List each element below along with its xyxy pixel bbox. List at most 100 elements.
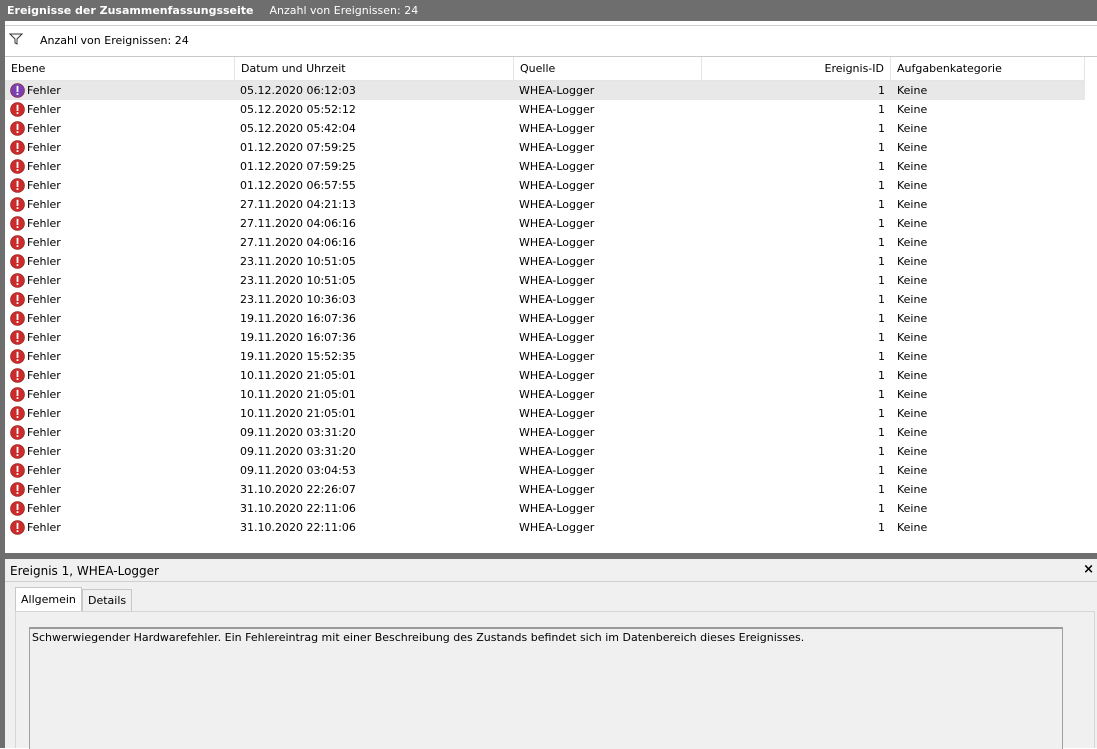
error-icon <box>10 178 25 193</box>
event-category: Keine <box>897 293 928 306</box>
close-icon[interactable]: × <box>1083 562 1094 577</box>
event-id: 1 <box>878 198 885 211</box>
event-id: 1 <box>878 312 885 325</box>
table-row[interactable]: Fehler 01.12.2020 07:59:25 WHEA-Logger 1 Kei… <box>5 138 1085 157</box>
event-source: WHEA-Logger <box>519 293 595 306</box>
column-header-source[interactable]: Quelle <box>514 57 702 80</box>
table-row[interactable]: Fehler 09.11.2020 03:04:53 WHEA-Logger 1 Kei… <box>5 461 1085 480</box>
event-source: WHEA-Logger <box>519 464 595 477</box>
table-row[interactable]: Fehler 09.11.2020 03:31:20 WHEA-Logger 1 Kei… <box>5 442 1085 461</box>
table-row[interactable]: Fehler 19.11.2020 16:07:36 WHEA-Logger 1 Kei… <box>5 309 1085 328</box>
event-id: 1 <box>878 464 885 477</box>
table-row[interactable]: Fehler 05.12.2020 05:52:12 WHEA-Logger 1 Kei… <box>5 100 1085 119</box>
error-icon <box>10 387 25 402</box>
tab-details[interactable]: Details <box>82 589 133 611</box>
table-row[interactable]: Fehler 10.11.2020 21:05:01 WHEA-Logger 1 Kei… <box>5 366 1085 385</box>
event-source: WHEA-Logger <box>519 274 595 287</box>
event-date: 01.12.2020 07:59:25 <box>240 160 356 173</box>
event-date: 01.12.2020 06:57:55 <box>240 179 356 192</box>
event-category: Keine <box>897 198 928 211</box>
error-icon <box>10 235 25 250</box>
event-id: 1 <box>878 521 885 534</box>
event-date: 10.11.2020 21:05:01 <box>240 407 356 420</box>
table-row[interactable]: Fehler 01.12.2020 06:57:55 WHEA-Logger 1 Kei… <box>5 176 1085 195</box>
event-source: WHEA-Logger <box>519 426 595 439</box>
event-category: Keine <box>897 103 928 116</box>
table-row[interactable]: Fehler 19.11.2020 15:52:35 WHEA-Logger 1 Kei… <box>5 347 1085 366</box>
event-source: WHEA-Logger <box>519 198 595 211</box>
event-category: Keine <box>897 464 928 477</box>
table-header: Ebene Datum und Uhrzeit Quelle Ereignis-… <box>5 57 1085 81</box>
table-row[interactable]: Fehler 27.11.2020 04:21:13 WHEA-Logger 1 Kei… <box>5 195 1085 214</box>
table-row[interactable]: Fehler 23.11.2020 10:51:05 WHEA-Logger 1 Kei… <box>5 271 1085 290</box>
table-row[interactable]: Fehler 23.11.2020 10:36:03 WHEA-Logger 1 Kei… <box>5 290 1085 309</box>
event-date: 09.11.2020 03:31:20 <box>240 445 356 458</box>
event-date: 19.11.2020 16:07:36 <box>240 312 356 325</box>
column-header-level[interactable]: Ebene <box>5 57 235 80</box>
detail-title: Ereignis 1, WHEA-Logger <box>10 564 159 578</box>
event-category: Keine <box>897 369 928 382</box>
event-description[interactable]: Schwerwiegender Hardwarefehler. Ein Fehl… <box>29 627 1063 749</box>
table-row[interactable]: Fehler 19.11.2020 16:07:36 WHEA-Logger 1 Kei… <box>5 328 1085 347</box>
event-id: 1 <box>878 141 885 154</box>
event-level: Fehler <box>27 521 61 534</box>
table-row[interactable]: Fehler 09.11.2020 03:31:20 WHEA-Logger 1 Kei… <box>5 423 1085 442</box>
event-id: 1 <box>878 426 885 439</box>
event-date: 23.11.2020 10:51:05 <box>240 255 356 268</box>
table-row[interactable]: Fehler 31.10.2020 22:26:07 WHEA-Logger 1 Kei… <box>5 480 1085 499</box>
event-source: WHEA-Logger <box>519 350 595 363</box>
table-row[interactable]: Fehler 31.10.2020 22:11:06 WHEA-Logger 1 Kei… <box>5 518 1085 537</box>
tab-allgemein[interactable]: Allgemein <box>15 587 82 612</box>
event-category: Keine <box>897 426 928 439</box>
event-id: 1 <box>878 350 885 363</box>
event-date: 19.11.2020 15:52:35 <box>240 350 356 363</box>
event-id: 1 <box>878 502 885 515</box>
column-header-category[interactable]: Aufgabenkategorie <box>891 57 1085 80</box>
event-source: WHEA-Logger <box>519 312 595 325</box>
table-row[interactable]: Fehler 05.12.2020 06:12:03 WHEA-Logger 1 Kei… <box>5 81 1085 100</box>
event-id: 1 <box>878 407 885 420</box>
filter-icon[interactable] <box>8 32 24 46</box>
event-category: Keine <box>897 521 928 534</box>
table-row[interactable]: Fehler 10.11.2020 21:05:01 WHEA-Logger 1 Kei… <box>5 404 1085 423</box>
error-icon <box>10 444 25 459</box>
event-date: 05.12.2020 06:12:03 <box>240 84 356 97</box>
error-icon <box>10 368 25 383</box>
event-level: Fehler <box>27 179 61 192</box>
event-id: 1 <box>878 331 885 344</box>
event-date: 10.11.2020 21:05:01 <box>240 369 356 382</box>
event-source: WHEA-Logger <box>519 141 595 154</box>
table-row[interactable]: Fehler 31.10.2020 22:11:06 WHEA-Logger 1 Kei… <box>5 499 1085 518</box>
event-source: WHEA-Logger <box>519 103 595 116</box>
event-source: WHEA-Logger <box>519 407 595 420</box>
event-id: 1 <box>878 483 885 496</box>
table-row[interactable]: Fehler 27.11.2020 04:06:16 WHEA-Logger 1 Kei… <box>5 233 1085 252</box>
event-date: 09.11.2020 03:31:20 <box>240 426 356 439</box>
event-level: Fehler <box>27 350 61 363</box>
error-icon <box>10 463 25 478</box>
event-category: Keine <box>897 255 928 268</box>
table-row[interactable]: Fehler 05.12.2020 05:42:04 WHEA-Logger 1 Kei… <box>5 119 1085 138</box>
event-category: Keine <box>897 217 928 230</box>
event-level: Fehler <box>27 122 61 135</box>
error-icon <box>10 330 25 345</box>
table-row[interactable]: Fehler 27.11.2020 04:06:16 WHEA-Logger 1 Kei… <box>5 214 1085 233</box>
event-level: Fehler <box>27 369 61 382</box>
table-row[interactable]: Fehler 23.11.2020 10:51:05 WHEA-Logger 1 Kei… <box>5 252 1085 271</box>
column-header-event-id[interactable]: Ereignis-ID <box>702 57 891 80</box>
error-icon <box>10 121 25 136</box>
filter-bar: Anzahl von Ereignissen: 24 <box>5 26 1097 57</box>
error-icon <box>10 349 25 364</box>
event-list-panel: Anzahl von Ereignissen: 24 Ebene Datum u… <box>5 25 1097 554</box>
table-row[interactable]: Fehler 01.12.2020 07:59:25 WHEA-Logger 1 Kei… <box>5 157 1085 176</box>
event-source: WHEA-Logger <box>519 369 595 382</box>
error-icon <box>10 273 25 288</box>
event-level: Fehler <box>27 293 61 306</box>
error-icon <box>10 482 25 497</box>
table-row[interactable]: Fehler 10.11.2020 21:05:01 WHEA-Logger 1 Kei… <box>5 385 1085 404</box>
error-icon <box>10 216 25 231</box>
event-source: WHEA-Logger <box>519 160 595 173</box>
error-icon <box>10 83 25 98</box>
event-category: Keine <box>897 312 928 325</box>
column-header-date[interactable]: Datum und Uhrzeit <box>235 57 514 80</box>
